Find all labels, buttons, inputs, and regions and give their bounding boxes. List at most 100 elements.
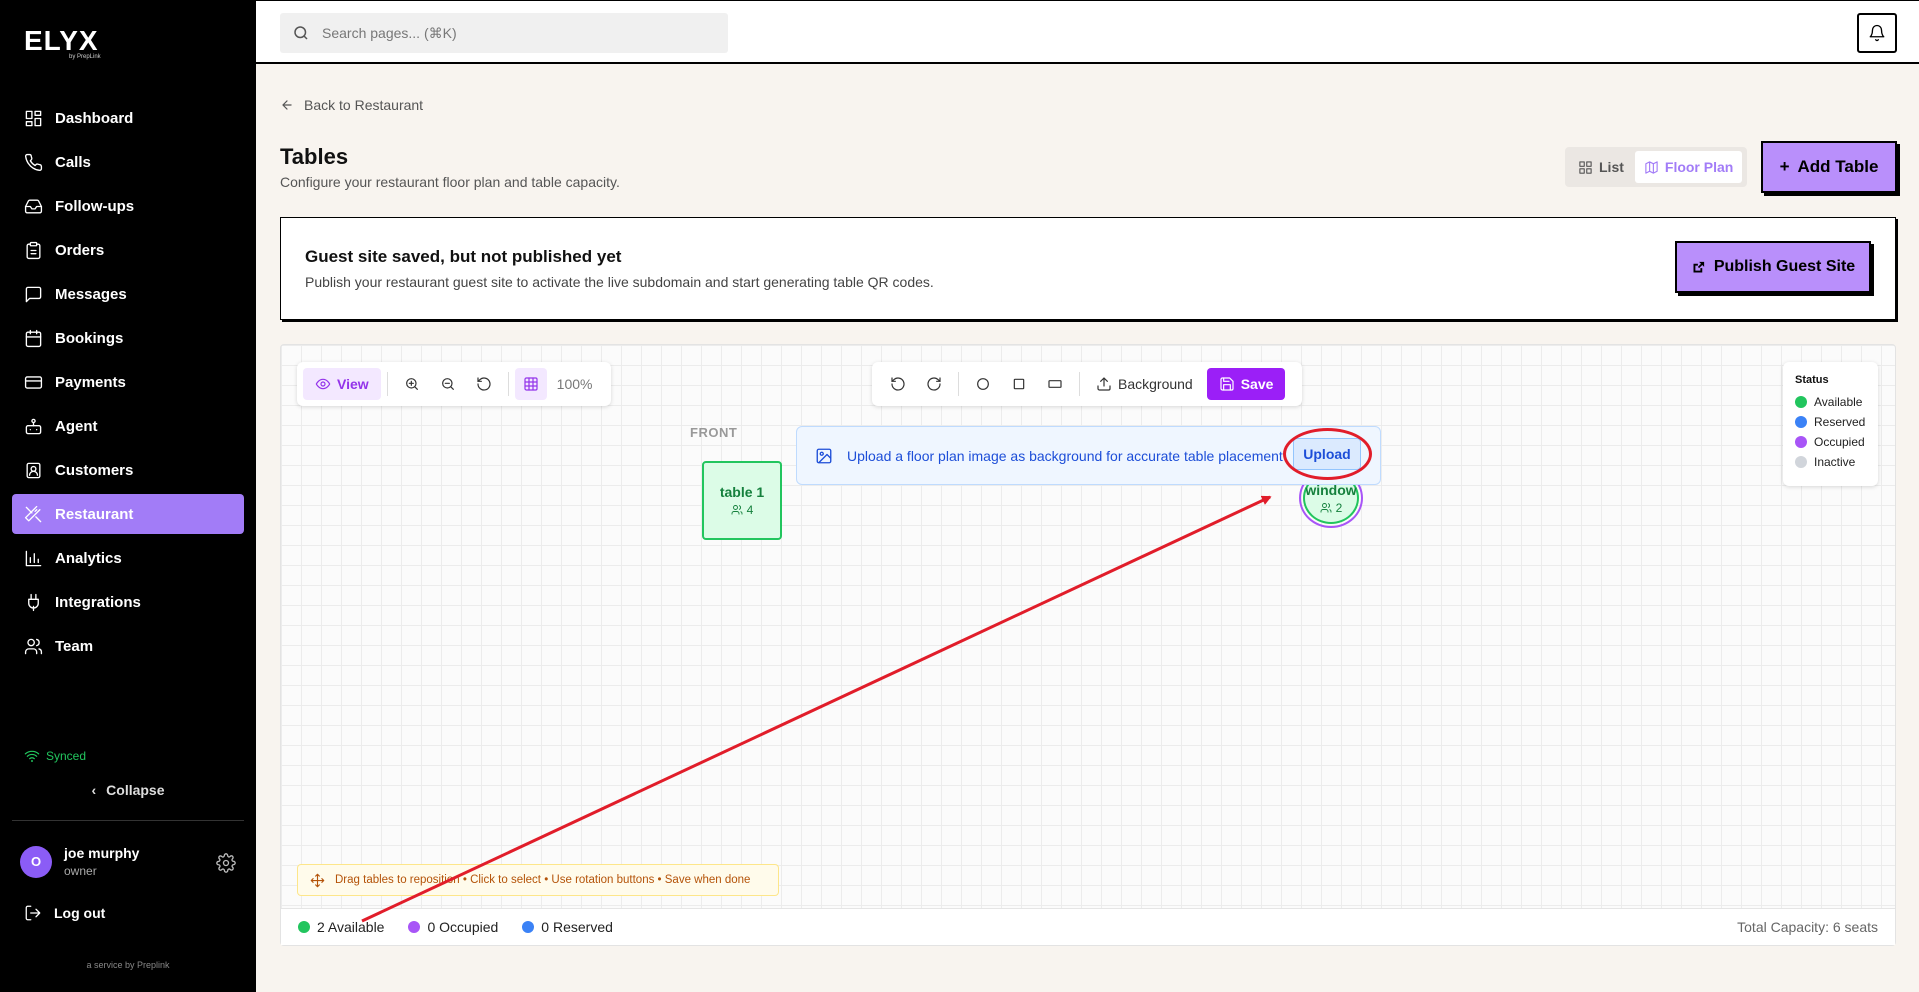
publish-label: Publish Guest Site — [1713, 258, 1856, 275]
zoom-out-button[interactable] — [430, 368, 466, 400]
add-round-table-button[interactable] — [965, 368, 1001, 400]
zoom-in-button[interactable] — [394, 368, 430, 400]
add-table-label: Add Table — [1797, 157, 1879, 176]
sidebar: ELYX by PrepLink Dashboard Calls Follow-… — [0, 0, 256, 992]
utensils-icon — [24, 505, 42, 522]
clipboard-icon — [26, 241, 41, 259]
chevron-left-icon: ‹ — [91, 782, 97, 798]
sidebar-item-analytics[interactable]: Analytics — [12, 538, 244, 578]
upload-icon — [1097, 377, 1111, 391]
occupied-label: 0 Occupied — [427, 919, 499, 935]
drag-hint-text: Drag tables to reposition • Click to sel… — [335, 874, 751, 886]
collapse-label: Collapse — [106, 782, 165, 798]
user-name: joe murphy — [64, 845, 140, 861]
list-view-label: List — [1599, 159, 1624, 175]
list-view-button[interactable]: List — [1569, 151, 1633, 183]
user-role: owner — [64, 864, 97, 878]
user-profile[interactable]: O joe murphy owner — [20, 845, 139, 878]
sidebar-item-dashboard[interactable]: Dashboard — [12, 98, 244, 138]
sidebar-nav: Dashboard Calls Follow-ups Orders Messag… — [12, 98, 244, 670]
add-table-button[interactable]: + Add Table — [1761, 141, 1897, 193]
sidebar-item-messages[interactable]: Messages — [12, 274, 244, 314]
reserved-count: 0 Reserved — [522, 919, 613, 935]
sidebar-item-follow-ups[interactable]: Follow-ups — [12, 186, 244, 226]
logout-label: Log out — [54, 905, 106, 921]
sidebar-item-team[interactable]: Team — [12, 626, 244, 666]
save-icon — [1220, 377, 1234, 391]
undo-icon — [891, 377, 905, 391]
external-link-icon — [1693, 261, 1704, 272]
status-label: Inactive — [1814, 455, 1856, 469]
grid-icon — [1579, 160, 1592, 174]
edit-toolbar: Background Save — [872, 362, 1302, 406]
sidebar-item-bookings[interactable]: Bookings — [12, 318, 244, 358]
notice-body: Publish your restaurant guest site to ac… — [305, 274, 934, 290]
users-icon — [1320, 502, 1332, 512]
status-dot — [408, 921, 421, 933]
eye-icon — [315, 378, 331, 390]
redo-button[interactable] — [916, 368, 952, 400]
notifications-button[interactable] — [1857, 13, 1897, 53]
sidebar-item-label: Follow-ups — [55, 197, 135, 215]
sidebar-item-customers[interactable]: Customers — [12, 450, 244, 490]
table-capacity-value: 4 — [746, 503, 754, 517]
logout-button[interactable]: Log out — [24, 904, 105, 922]
sidebar-item-orders[interactable]: Orders — [12, 230, 244, 270]
grid-toggle-button[interactable] — [514, 368, 547, 400]
sidebar-item-integrations[interactable]: Integrations — [12, 582, 244, 622]
sidebar-item-restaurant[interactable]: Restaurant — [12, 494, 244, 534]
view-mode-label: View — [337, 376, 369, 392]
logo-text: ELYX — [24, 25, 99, 56]
available-label: 2 Available — [317, 919, 385, 935]
occupied-count: 0 Occupied — [408, 919, 498, 935]
status-legend-item: Occupied — [1795, 432, 1866, 452]
status-legend-item: Available — [1795, 392, 1866, 412]
reserved-label: 0 Reserved — [541, 919, 613, 935]
dashboard-icon — [25, 110, 42, 126]
calendar-icon — [25, 329, 42, 347]
search-input[interactable]: Search pages... (⌘K) — [280, 13, 728, 53]
available-count: 2 Available — [298, 919, 384, 935]
table-capacity: 2 — [1320, 501, 1342, 515]
sync-status: Synced — [24, 748, 86, 764]
back-link[interactable]: Back to Restaurant — [280, 97, 423, 113]
rotate-ccw-icon — [477, 377, 491, 391]
floor-plan-view-button[interactable]: Floor Plan — [1634, 151, 1743, 183]
inbox-icon — [24, 198, 43, 214]
topbar: Search pages... (⌘K) — [256, 0, 1919, 64]
bar-chart-icon — [25, 550, 42, 566]
status-legend-item: Reserved — [1795, 412, 1866, 432]
status-label: Available — [1814, 395, 1863, 409]
settings-button[interactable] — [216, 853, 236, 873]
publish-guest-site-button[interactable]: Publish Guest Site — [1675, 241, 1871, 293]
status-legend-title: Status — [1795, 374, 1829, 386]
save-button[interactable]: Save — [1206, 368, 1286, 400]
view-mode-button[interactable]: View — [303, 368, 381, 400]
logo[interactable]: ELYX by PrepLink — [24, 25, 101, 61]
status-dot — [1795, 396, 1807, 408]
contact-icon — [26, 462, 41, 478]
sidebar-item-calls[interactable]: Calls — [12, 142, 244, 182]
undo-button[interactable] — [880, 368, 916, 400]
toolbar-divider — [386, 372, 388, 396]
summary-bar: 2 Available 0 Occupied 0 Reserved Total … — [281, 908, 1895, 945]
sidebar-item-label: Messages — [55, 285, 127, 303]
search-icon — [294, 26, 308, 40]
sidebar-item-label: Restaurant — [55, 505, 134, 523]
page-subtitle: Configure your restaurant floor plan and… — [280, 174, 620, 190]
page-title: Tables — [280, 144, 349, 169]
message-icon — [25, 286, 42, 302]
table-item[interactable]: table 1 4 — [702, 461, 782, 540]
status-dot — [522, 921, 535, 933]
collapse-button[interactable]: ‹ Collapse — [0, 782, 256, 798]
sidebar-item-label: Analytics — [55, 549, 122, 567]
background-button[interactable]: Background — [1086, 368, 1203, 400]
add-square-table-button[interactable] — [1001, 368, 1037, 400]
credit-card-icon — [24, 375, 43, 389]
wifi-icon — [24, 750, 40, 762]
reset-zoom-button[interactable] — [466, 368, 502, 400]
sidebar-item-label: Bookings — [55, 329, 124, 347]
add-rect-table-button[interactable] — [1037, 368, 1073, 400]
sidebar-item-payments[interactable]: Payments — [12, 362, 244, 402]
sidebar-item-agent[interactable]: Agent — [12, 406, 244, 446]
